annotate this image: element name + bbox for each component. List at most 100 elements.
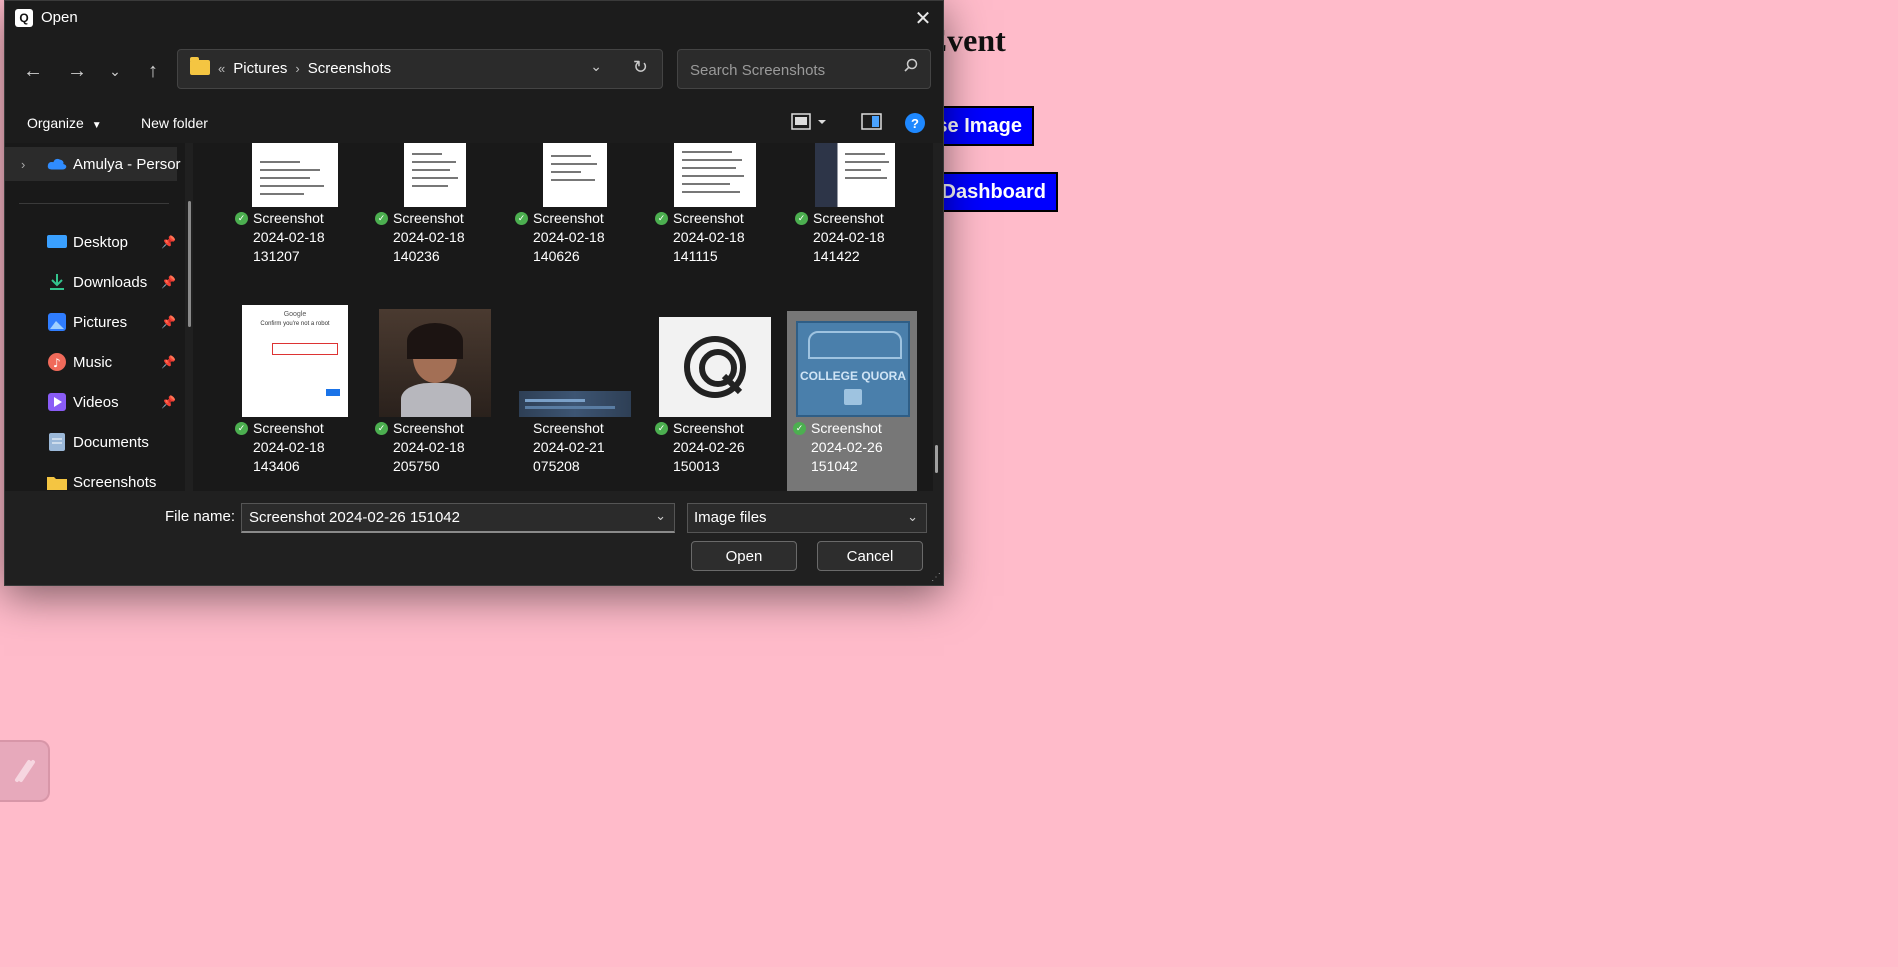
svg-text:♪: ♪ bbox=[53, 356, 61, 370]
pin-icon[interactable]: 📌 bbox=[161, 235, 176, 249]
videos-icon bbox=[47, 393, 67, 411]
nav-item-screenshots[interactable]: Screenshots bbox=[5, 465, 177, 491]
side-widget-button[interactable] bbox=[0, 740, 50, 802]
new-folder-button[interactable]: New folder bbox=[141, 115, 208, 131]
file-name-line: Screenshot bbox=[673, 420, 744, 436]
close-button[interactable]: ✕ bbox=[909, 4, 937, 32]
file-name-line: 2024-02-18 bbox=[393, 439, 465, 455]
file-thumbnail bbox=[369, 297, 501, 417]
file-name: ✓ Screenshot 2024-02-18 140236 bbox=[369, 209, 501, 266]
change-view-button[interactable] bbox=[791, 113, 826, 131]
file-item-selected[interactable]: COLLEGE QUORA ✓ Screenshot 2024-02-26 15… bbox=[787, 311, 917, 491]
file-name-input[interactable] bbox=[247, 508, 641, 527]
nav-item-label: Screenshots bbox=[73, 473, 157, 491]
thumb-text: COLLEGE QUORA bbox=[799, 369, 906, 383]
file-thumbnail: COLLEGE QUORA bbox=[787, 311, 919, 417]
file-list-scrollbar[interactable] bbox=[935, 445, 938, 473]
pictures-icon bbox=[47, 313, 67, 331]
file-name-line: 140236 bbox=[393, 248, 440, 264]
file-item[interactable]: ✓ Screenshot 2024-02-18 141422 bbox=[789, 143, 921, 279]
nav-item-onedrive[interactable]: › Amulya - Persor bbox=[5, 147, 181, 181]
sync-check-icon: ✓ bbox=[375, 212, 388, 225]
nav-item-documents[interactable]: Documents bbox=[5, 425, 177, 459]
desktop-icon bbox=[47, 233, 67, 251]
nav-item-videos[interactable]: Videos 📌 bbox=[5, 385, 177, 419]
file-name-line: 2024-02-18 bbox=[673, 229, 745, 245]
refresh-icon[interactable]: ↻ bbox=[633, 57, 648, 78]
breadcrumb-overflow[interactable]: « bbox=[218, 61, 225, 76]
file-item[interactable]: ✓ Screenshot 2024-02-18 140236 bbox=[369, 143, 501, 279]
file-thumbnail bbox=[789, 143, 921, 207]
file-name-line: 150013 bbox=[673, 458, 720, 474]
file-thumbnail bbox=[229, 143, 361, 207]
nav-item-label: Videos bbox=[73, 393, 119, 411]
cancel-button[interactable]: Cancel bbox=[817, 541, 923, 571]
nav-item-downloads[interactable]: Downloads 📌 bbox=[5, 265, 177, 299]
file-type-value: Image files bbox=[694, 509, 767, 526]
file-name: ✓ Screenshot 2024-02-18 140626 bbox=[509, 209, 641, 266]
recent-locations-button[interactable]: ⌄ bbox=[101, 57, 129, 85]
pin-icon[interactable]: 📌 bbox=[161, 275, 176, 289]
file-item[interactable]: Google Confirm you're not a robot ✓ Scre… bbox=[229, 305, 361, 489]
up-button[interactable]: ↑ bbox=[139, 57, 167, 85]
nav-item-label: Documents bbox=[73, 433, 149, 451]
nav-item-label: Downloads bbox=[73, 273, 148, 291]
pin-icon[interactable]: 📌 bbox=[161, 395, 176, 409]
cloud-icon bbox=[47, 155, 67, 173]
file-list: ✓ Screenshot 2024-02-18 131207 ✓ Screens… bbox=[193, 143, 933, 491]
nav-item-label: Desktop bbox=[73, 233, 129, 251]
chevron-right-icon[interactable]: › bbox=[21, 157, 25, 172]
file-item[interactable]: ✓ Screenshot 2024-02-26 150013 bbox=[649, 311, 781, 489]
file-item[interactable]: Screenshot 2024-02-21 075208 bbox=[509, 311, 641, 489]
nav-pane-scrollbar[interactable] bbox=[188, 201, 191, 327]
file-item[interactable]: ✓ Screenshot 2024-02-18 205750 bbox=[369, 309, 501, 489]
folder-icon bbox=[47, 473, 67, 491]
nav-item-music[interactable]: ♪ Music 📌 bbox=[5, 345, 177, 379]
address-dropdown-icon[interactable]: ⌄ bbox=[590, 58, 602, 75]
breadcrumb-item-pictures[interactable]: Pictures bbox=[233, 60, 287, 77]
arrow-left-icon: ← bbox=[23, 59, 43, 82]
breadcrumb-separator: › bbox=[295, 61, 300, 76]
forward-button[interactable]: → bbox=[63, 57, 91, 85]
file-name-line: Screenshot bbox=[673, 210, 744, 226]
resize-grip-icon[interactable]: ⋰ bbox=[931, 572, 941, 583]
pin-icon[interactable]: 📌 bbox=[161, 315, 176, 329]
breadcrumb-item-screenshots[interactable]: Screenshots bbox=[308, 60, 391, 77]
open-file-dialog: Q Open ✕ ← → ⌄ ↑ « Pictures › Screenshot… bbox=[4, 0, 944, 586]
nav-item-desktop[interactable]: Desktop 📌 bbox=[5, 225, 177, 259]
file-name-line: Screenshot bbox=[813, 210, 884, 226]
chevron-down-icon[interactable]: ⌄ bbox=[655, 508, 666, 524]
help-button[interactable]: ? bbox=[905, 113, 925, 133]
file-name-line: Screenshot bbox=[811, 420, 882, 436]
file-name-line: 131207 bbox=[253, 248, 300, 264]
file-name-line: Screenshot bbox=[393, 210, 464, 226]
file-name-line: Screenshot bbox=[533, 420, 604, 436]
search-input[interactable] bbox=[688, 58, 892, 82]
file-name: ✓ Screenshot 2024-02-18 141115 bbox=[649, 209, 781, 266]
file-item[interactable]: ✓ Screenshot 2024-02-18 140626 bbox=[509, 143, 641, 279]
organize-menu[interactable]: Organize ▼ bbox=[27, 115, 102, 131]
nav-item-pictures[interactable]: Pictures 📌 bbox=[5, 305, 177, 339]
navigation-row: ← → ⌄ ↑ « Pictures › Screenshots ⌄ ↻ bbox=[5, 35, 943, 103]
preview-pane-icon bbox=[861, 113, 882, 130]
search-icon[interactable] bbox=[904, 58, 918, 77]
organize-label: Organize bbox=[27, 115, 84, 131]
open-button[interactable]: Open bbox=[691, 541, 797, 571]
file-name-line: 143406 bbox=[253, 458, 300, 474]
lightning-icon bbox=[15, 760, 35, 782]
file-name-line: 2024-02-18 bbox=[393, 229, 465, 245]
file-name: ✓ Screenshot 2024-02-26 150013 bbox=[649, 419, 781, 476]
file-name-line: 2024-02-26 bbox=[811, 439, 883, 455]
file-name-line: 151042 bbox=[811, 458, 858, 474]
pin-icon[interactable]: 📌 bbox=[161, 355, 176, 369]
address-bar[interactable]: « Pictures › Screenshots ⌄ ↻ bbox=[177, 49, 663, 89]
file-item[interactable]: ✓ Screenshot 2024-02-18 141115 bbox=[649, 143, 781, 279]
sync-check-icon: ✓ bbox=[655, 422, 668, 435]
breadcrumb: « Pictures › Screenshots bbox=[218, 60, 391, 77]
file-name-combobox: ⌄ bbox=[241, 503, 675, 533]
file-name-line: 2024-02-18 bbox=[253, 439, 325, 455]
preview-pane-button[interactable] bbox=[861, 113, 883, 131]
back-button[interactable]: ← bbox=[19, 57, 47, 85]
file-type-select[interactable]: Image files ⌄ bbox=[687, 503, 927, 533]
file-item[interactable]: ✓ Screenshot 2024-02-18 131207 bbox=[229, 143, 361, 279]
